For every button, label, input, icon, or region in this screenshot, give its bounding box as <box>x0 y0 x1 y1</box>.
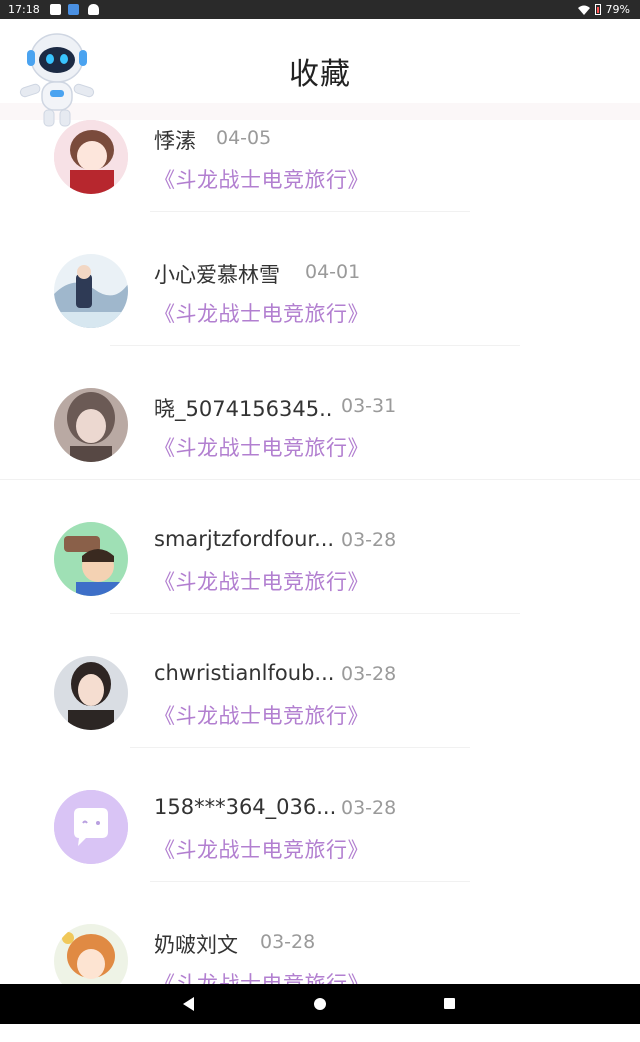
navigation-bar <box>0 984 640 1024</box>
user-name: 悸溸 <box>154 129 196 153</box>
favorite-date: 03-28 <box>341 663 397 685</box>
anime-scene-avatar[interactable] <box>54 254 128 328</box>
divider <box>150 211 470 212</box>
status-right: 79% <box>577 3 630 16</box>
favorite-date: 04-01 <box>305 261 361 283</box>
user-name: smarjtzfordfour... <box>154 527 335 551</box>
list-item[interactable]: 晓_5074156345.. 03-31 《斗龙战士电竞旅行》 <box>0 372 640 506</box>
user-name: 小心爱慕林雪 <box>154 263 280 287</box>
book-title-link[interactable]: 《斗龙战士电竞旅行》 <box>154 834 369 864</box>
recents-icon[interactable] <box>444 998 455 1009</box>
photo-girl-avatar[interactable] <box>54 656 128 730</box>
favorite-date: 03-28 <box>341 797 397 819</box>
home-icon[interactable] <box>314 998 326 1010</box>
book-title-link[interactable]: 《斗龙战士电竞旅行》 <box>154 566 369 596</box>
status-time: 17:18 <box>8 3 40 16</box>
list-item[interactable]: smarjtzfordfour... 03-28 《斗龙战士电竞旅行》 <box>0 506 640 640</box>
favorite-date: 04-05 <box>216 127 272 149</box>
divider <box>110 345 520 346</box>
girl-portrait-avatar[interactable] <box>54 388 128 462</box>
user-name: chwristianlfoub... <box>154 661 335 685</box>
cartoon-boy-avatar[interactable] <box>54 522 128 596</box>
list-item[interactable]: chwristianlfoub... 03-28 《斗龙战士电竞旅行》 <box>0 640 640 774</box>
book-title-link[interactable]: 《斗龙战士电竞旅行》 <box>154 298 369 328</box>
default-chat-avatar[interactable] <box>54 790 128 864</box>
book-title-link[interactable]: 《斗龙战士电竞旅行》 <box>154 164 369 194</box>
anime-girl-avatar[interactable] <box>54 120 128 194</box>
divider <box>130 747 470 748</box>
battery-icon <box>594 4 601 15</box>
book-title-link[interactable]: 《斗龙战士电竞旅行》 <box>154 700 369 730</box>
favorite-date: 03-31 <box>341 395 397 417</box>
user-name: 奶啵刘文 <box>154 933 238 957</box>
divider <box>0 479 640 480</box>
user-name: 158***364_036... <box>154 795 337 819</box>
list-item[interactable]: 小心爱慕林雪 04-01 《斗龙战士电竞旅行》 <box>0 238 640 372</box>
wifi-icon <box>577 5 590 15</box>
battery-level: 79% <box>605 3 630 16</box>
favorite-date: 03-28 <box>341 529 397 551</box>
android-icon <box>88 4 99 15</box>
app-icon <box>68 4 79 15</box>
back-icon[interactable] <box>183 997 194 1011</box>
divider <box>150 881 470 882</box>
user-name: 晓_5074156345.. <box>154 397 333 421</box>
book-title-link[interactable]: 《斗龙战士电竞旅行》 <box>154 432 369 462</box>
status-bar: 17:18 79% <box>0 0 640 19</box>
list-item[interactable]: 158***364_036... 03-28 《斗龙战士电竞旅行》 <box>0 774 640 908</box>
favorite-date: 03-28 <box>260 931 316 953</box>
divider <box>110 613 520 614</box>
image-icon <box>50 4 61 15</box>
robot-mascot-icon[interactable] <box>14 28 100 130</box>
